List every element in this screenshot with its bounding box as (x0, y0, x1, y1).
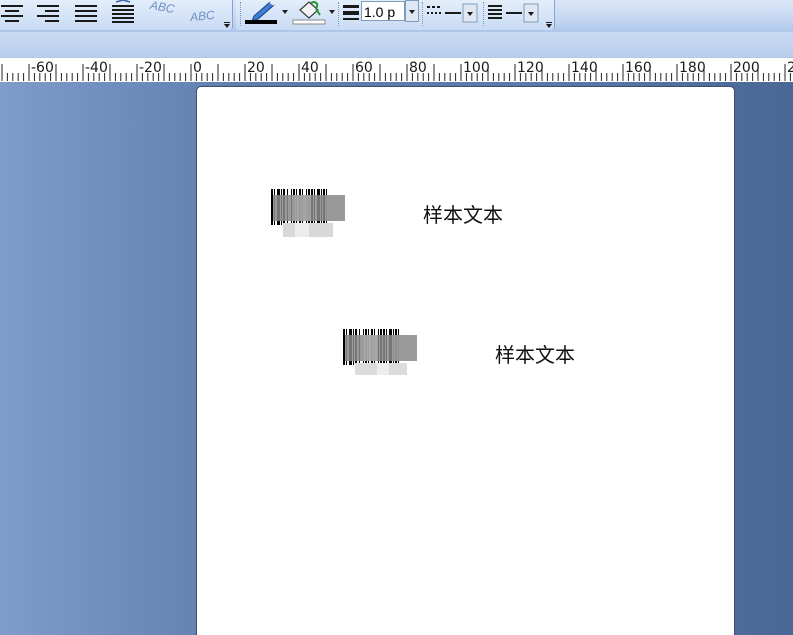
ruler-label: 20 (247, 60, 265, 76)
barcode-bar (343, 329, 345, 365)
line-style-icon (488, 3, 539, 23)
justify-button[interactable] (72, 0, 100, 26)
ruler-label: 160 (625, 60, 652, 76)
fill-color-icon (292, 0, 326, 25)
justify-icon (75, 5, 97, 22)
barcode-1[interactable] (269, 189, 349, 239)
text-object[interactable]: 样本文本 (495, 339, 575, 368)
label-page[interactable]: 样本文本 样本文本 (196, 86, 735, 635)
align-right-button[interactable] (34, 0, 62, 26)
line-spacing-spinner[interactable] (405, 0, 419, 22)
ruler-label: 80 (409, 60, 427, 76)
horizontal-ruler[interactable]: -60 -40 -20 0 20 40 60 80 100 120 140 160 180 200 220 (0, 57, 793, 83)
ruler-label: 100 (463, 60, 490, 76)
text-object[interactable]: 样本文本 (423, 199, 503, 228)
barcode-2[interactable] (341, 329, 421, 379)
line-spacing-input[interactable]: 1.0 p (361, 1, 405, 21)
ruler-label: 140 (571, 60, 598, 76)
align-center-button[interactable] (0, 0, 26, 26)
ruler-label: 0 (193, 60, 202, 76)
design-workspace: 样本文本 样本文本 (0, 82, 793, 635)
ruler-label: -20 (139, 60, 162, 76)
line-style-button[interactable] (485, 0, 541, 26)
fill-color-dropdown[interactable] (329, 10, 335, 14)
text-toolbar-group: ABC ABC (0, 0, 233, 30)
ribbon-divider (0, 32, 793, 57)
ruler-label: 180 (679, 60, 706, 76)
dash-style-button[interactable] (424, 0, 480, 26)
line-width-icon (343, 5, 359, 20)
fill-color-button[interactable] (292, 0, 328, 26)
line-width-button[interactable] (340, 0, 362, 26)
text-effect-2-icon: ABC (188, 7, 216, 25)
text-effect-icon: ABC (148, 0, 176, 17)
text-effect-button[interactable]: ABC (144, 0, 180, 26)
ruler-label: -40 (85, 60, 108, 76)
ruler-label: 60 (355, 60, 373, 76)
text-effect-2-button[interactable]: ABC (184, 0, 220, 26)
pen-color-dropdown[interactable] (282, 10, 288, 14)
toolbar-separator (240, 2, 242, 26)
ruler-label: 200 (733, 60, 760, 76)
distribute-button[interactable] (108, 0, 138, 26)
drawing-toolbar-group: 1.0 p (236, 0, 555, 30)
pen-color-button[interactable] (244, 0, 280, 26)
group-options-icon[interactable] (223, 21, 231, 29)
align-right-icon (37, 5, 59, 22)
distribute-icon (112, 0, 134, 23)
ruler-ticks (1, 64, 791, 81)
barcode-bar (271, 189, 273, 225)
align-center-icon (1, 5, 23, 22)
toolbar: ABC ABC 1.0 p (0, 0, 793, 33)
line-spacing-value: 1.0 p (364, 4, 396, 20)
ruler-label: -60 (31, 60, 54, 76)
group-options-icon[interactable] (545, 21, 553, 29)
dash-style-icon (427, 3, 478, 23)
ruler-label: 40 (301, 60, 319, 76)
chevron-down-icon (409, 10, 415, 14)
ruler-label: 120 (517, 60, 544, 76)
ruler-label: 220 (787, 60, 793, 76)
pen-color-icon (245, 1, 277, 24)
